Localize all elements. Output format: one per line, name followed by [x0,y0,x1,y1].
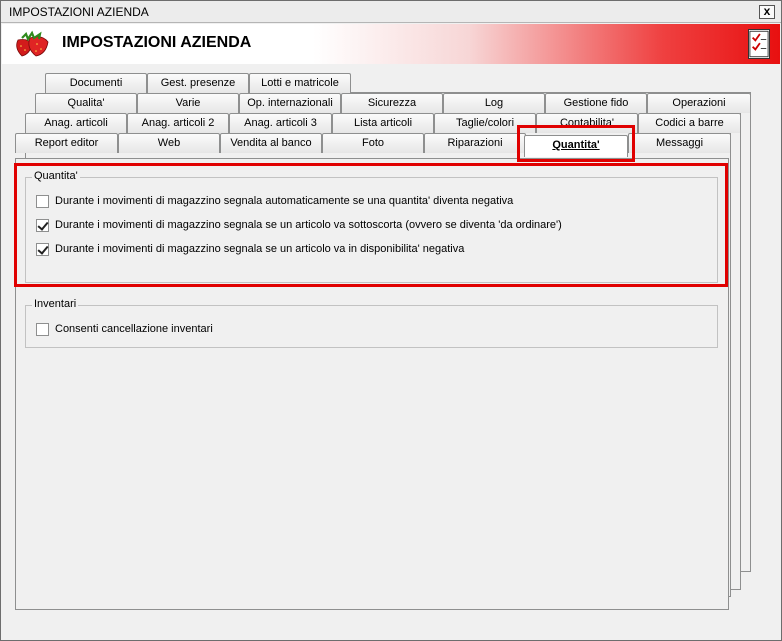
tab-lotti-e-matricole[interactable]: Lotti e matricole [249,73,351,93]
checkbox-sottoscorta[interactable] [36,218,49,232]
option-quantita-negativa[interactable]: Durante i movimenti di magazzino segnala… [36,194,513,208]
title-bar: IMPOSTAZIONI AZIENDA x [1,1,781,23]
tab-quantita[interactable]: Quantita' [524,135,628,157]
option-label: Durante i movimenti di magazzino segnala… [55,195,514,207]
tab-taglie-colori[interactable]: Taglie/colori [434,113,536,133]
tab-log[interactable]: Log [443,93,545,113]
window-title: IMPOSTAZIONI AZIENDA [9,5,149,19]
tab-contabilita[interactable]: Contabilita' [536,113,638,133]
group-quantita-legend: Quantita' [32,170,80,182]
tab-operazioni[interactable]: Operazioni [647,93,751,113]
settings-window: IMPOSTAZIONI AZIENDA x IMPOSTAZIONI AZIE… [0,0,782,641]
option-label: Durante i movimenti di magazzino segnala… [55,243,465,255]
group-inventari-legend: Inventari [32,298,79,310]
header-banner: IMPOSTAZIONI AZIENDA [2,24,780,64]
tab-report-editor[interactable]: Report editor [15,133,118,153]
tab-anag-articoli-3[interactable]: Anag. articoli 3 [229,113,332,133]
tab-op-internazionali[interactable]: Op. internazionali [239,93,341,113]
tab-qualita[interactable]: Qualita' [35,93,137,113]
tab-documenti[interactable]: Documenti [45,73,147,93]
tab-messaggi[interactable]: Messaggi [628,133,731,153]
tab-riparazioni[interactable]: Riparazioni [424,133,526,153]
option-label: Durante i movimenti di magazzino segnala… [55,219,562,231]
tab-web[interactable]: Web [118,133,220,153]
checklist-icon [748,29,770,59]
tab-panel-quantita: Quantita' Durante i movimenti di magazzi… [15,158,729,610]
tab-anag-articoli-2[interactable]: Anag. articoli 2 [127,113,229,133]
close-icon[interactable]: x [759,5,775,19]
tab-gestione-fido[interactable]: Gestione fido [545,93,647,113]
group-quantita: Quantita' Durante i movimenti di magazzi… [25,170,718,283]
option-label: Consenti cancellazione inventari [55,323,213,335]
checkbox-quantita-negativa[interactable] [36,194,49,208]
tab-codici-a-barre[interactable]: Codici a barre [638,113,741,133]
header-title: IMPOSTAZIONI AZIENDA [62,34,252,51]
tab-vendita-al-banco[interactable]: Vendita al banco [220,133,322,153]
checkbox-disponibilita-negativa[interactable] [36,242,49,256]
option-disponibilita-negativa[interactable]: Durante i movimenti di magazzino segnala… [36,242,464,256]
group-inventari: Inventari Consenti cancellazione inventa… [25,298,718,348]
option-cancellazione-inventari[interactable]: Consenti cancellazione inventari [36,322,213,336]
tab-gest-presenze[interactable]: Gest. presenze [147,73,249,93]
tab-varie[interactable]: Varie [137,93,239,113]
checkbox-cancellazione-inventari[interactable] [36,322,49,336]
option-sottoscorta[interactable]: Durante i movimenti di magazzino segnala… [36,218,562,232]
tab-lista-articoli[interactable]: Lista articoli [332,113,434,133]
strawberry-logo-icon [16,30,49,57]
tab-anag-articoli[interactable]: Anag. articoli [25,113,127,133]
tab-foto[interactable]: Foto [322,133,424,153]
tab-sicurezza[interactable]: Sicurezza [341,93,443,113]
